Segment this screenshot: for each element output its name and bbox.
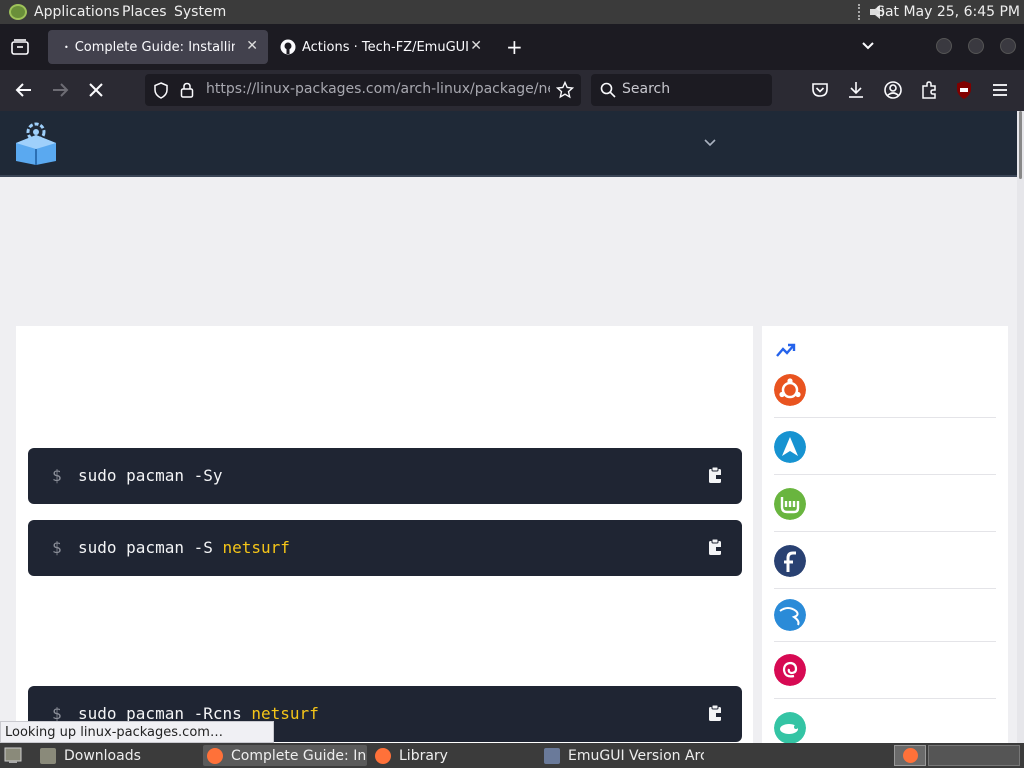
search-placeholder: Search	[622, 81, 671, 97]
url-host: https://linux-packages.com	[206, 81, 396, 97]
page-scrollbar[interactable]	[1017, 111, 1024, 743]
command-text[interactable]: sudo pacman -Sy	[78, 466, 223, 485]
tab-actions-emugui[interactable]: Actions · Tech-FZ/EmuGUI ✕	[270, 30, 492, 64]
divider	[774, 698, 996, 699]
site-header	[0, 111, 1017, 177]
close-icon[interactable]: ✕	[470, 38, 482, 54]
shell-prompt: $	[52, 538, 62, 557]
folder-icon	[40, 747, 56, 764]
tab-title: Complete Guide: Installing	[74, 39, 235, 55]
debian-icon[interactable]	[774, 654, 806, 686]
places-menu[interactable]: Places	[122, 4, 167, 20]
new-tab-icon[interactable]: +	[506, 35, 523, 59]
divider	[774, 641, 996, 642]
tab-list-icon[interactable]	[11, 39, 29, 55]
github-icon	[280, 39, 296, 55]
arch-icon[interactable]	[774, 431, 806, 463]
copy-to-clipboard-icon[interactable]	[708, 538, 724, 556]
system-top-panel: Applications Places System Sat May 25, 6…	[0, 0, 1024, 24]
workspace-switcher[interactable]	[894, 745, 926, 766]
taskbar-item-library[interactable]: Library	[371, 745, 535, 766]
taskbar-item-downloads[interactable]: Downloads	[36, 745, 196, 766]
search-bar[interactable]: Search	[591, 74, 772, 106]
trending-up-icon	[776, 343, 796, 357]
site-logo-icon[interactable]	[11, 121, 61, 165]
workspace-switcher-empty[interactable]	[928, 745, 1020, 766]
status-panel: Looking up linux-packages.com…	[0, 721, 274, 743]
chevron-down-icon[interactable]	[704, 139, 716, 147]
install-instructions-card: $ sudo pacman -Sy $ sudo pacman -S netsu…	[16, 326, 753, 744]
copy-to-clipboard-icon[interactable]	[708, 704, 724, 722]
system-menu[interactable]: System	[174, 4, 226, 20]
taskbar-label: EmuGUI Version Arc…	[568, 747, 704, 764]
download-icon[interactable]	[846, 80, 866, 100]
firefox-icon	[207, 747, 223, 764]
navigation-bar: https://linux-packages.com/arch-linux/pa…	[0, 70, 1024, 111]
extensions-icon[interactable]	[919, 80, 939, 100]
url-text[interactable]: https://linux-packages.com/arch-linux/pa…	[206, 81, 550, 97]
firefox-icon	[903, 748, 918, 763]
pocket-icon[interactable]	[810, 80, 830, 100]
close-icon[interactable]: ✕	[246, 38, 258, 54]
close-window-button[interactable]	[1000, 38, 1016, 54]
taskbar-item-emugui[interactable]: EmuGUI Version Arc…	[540, 745, 704, 766]
copy-to-clipboard-icon[interactable]	[708, 466, 724, 484]
show-desktop-icon[interactable]	[4, 747, 22, 764]
lock-icon[interactable]	[180, 82, 194, 98]
clock[interactable]: Sat May 25, 6:45 PM	[876, 4, 1020, 20]
distro-sidebar	[762, 326, 1008, 744]
app-window-icon	[544, 747, 560, 764]
maximize-button[interactable]	[968, 38, 984, 54]
linux-mint-icon[interactable]	[774, 488, 806, 520]
package-name: netsurf	[222, 538, 290, 557]
fedora-icon[interactable]	[774, 545, 806, 577]
taskbar-item-firefox-guide[interactable]: Complete Guide: In…	[203, 745, 367, 766]
search-icon	[600, 82, 616, 98]
chevron-down-icon[interactable]	[861, 41, 875, 51]
opensuse-icon[interactable]	[774, 712, 806, 744]
taskbar-label: Complete Guide: In…	[231, 747, 367, 764]
shield-icon[interactable]	[153, 82, 169, 99]
url-path: /arch-linux/package/netsurf	[395, 81, 550, 97]
panel-drag-handle[interactable]	[858, 4, 861, 20]
address-bar[interactable]: https://linux-packages.com/arch-linux/pa…	[145, 74, 581, 106]
taskbar-label: Downloads	[64, 747, 141, 764]
minimize-button[interactable]	[936, 38, 952, 54]
divider	[774, 531, 996, 532]
stop-loading-icon[interactable]	[86, 80, 106, 100]
scrollbar-thumb[interactable]	[1019, 111, 1022, 179]
kali-icon[interactable]	[774, 599, 806, 631]
system-taskbar: Downloads Complete Guide: In… Library Em…	[0, 743, 1024, 768]
command-block-install: $ sudo pacman -S netsurf	[28, 520, 742, 576]
tab-complete-guide[interactable]: • Complete Guide: Installing ✕	[48, 30, 268, 64]
command-text[interactable]: sudo pacman -S netsurf	[78, 538, 290, 557]
shell-prompt: $	[52, 466, 62, 485]
back-arrow-icon[interactable]	[14, 80, 34, 100]
firefox-icon	[375, 747, 391, 764]
browser-tab-strip: • Complete Guide: Installing ✕ Actions ·…	[0, 24, 1024, 70]
tab-title: Actions · Tech-FZ/EmuGUI	[302, 39, 469, 55]
divider	[774, 588, 996, 589]
bookmark-star-icon[interactable]	[556, 81, 574, 99]
system-logo-icon[interactable]	[9, 4, 27, 20]
forward-arrow-icon[interactable]	[50, 80, 70, 100]
taskbar-label: Library	[399, 747, 448, 764]
command-block-update: $ sudo pacman -Sy	[28, 448, 742, 504]
applications-menu[interactable]: Applications	[34, 4, 120, 20]
divider	[774, 417, 996, 418]
hamburger-menu-icon[interactable]	[990, 80, 1010, 100]
ublock-origin-icon[interactable]	[954, 80, 974, 100]
divider	[774, 474, 996, 475]
account-icon[interactable]	[883, 80, 903, 100]
ubuntu-icon[interactable]	[774, 374, 806, 406]
loading-dot-icon: •	[64, 42, 69, 52]
